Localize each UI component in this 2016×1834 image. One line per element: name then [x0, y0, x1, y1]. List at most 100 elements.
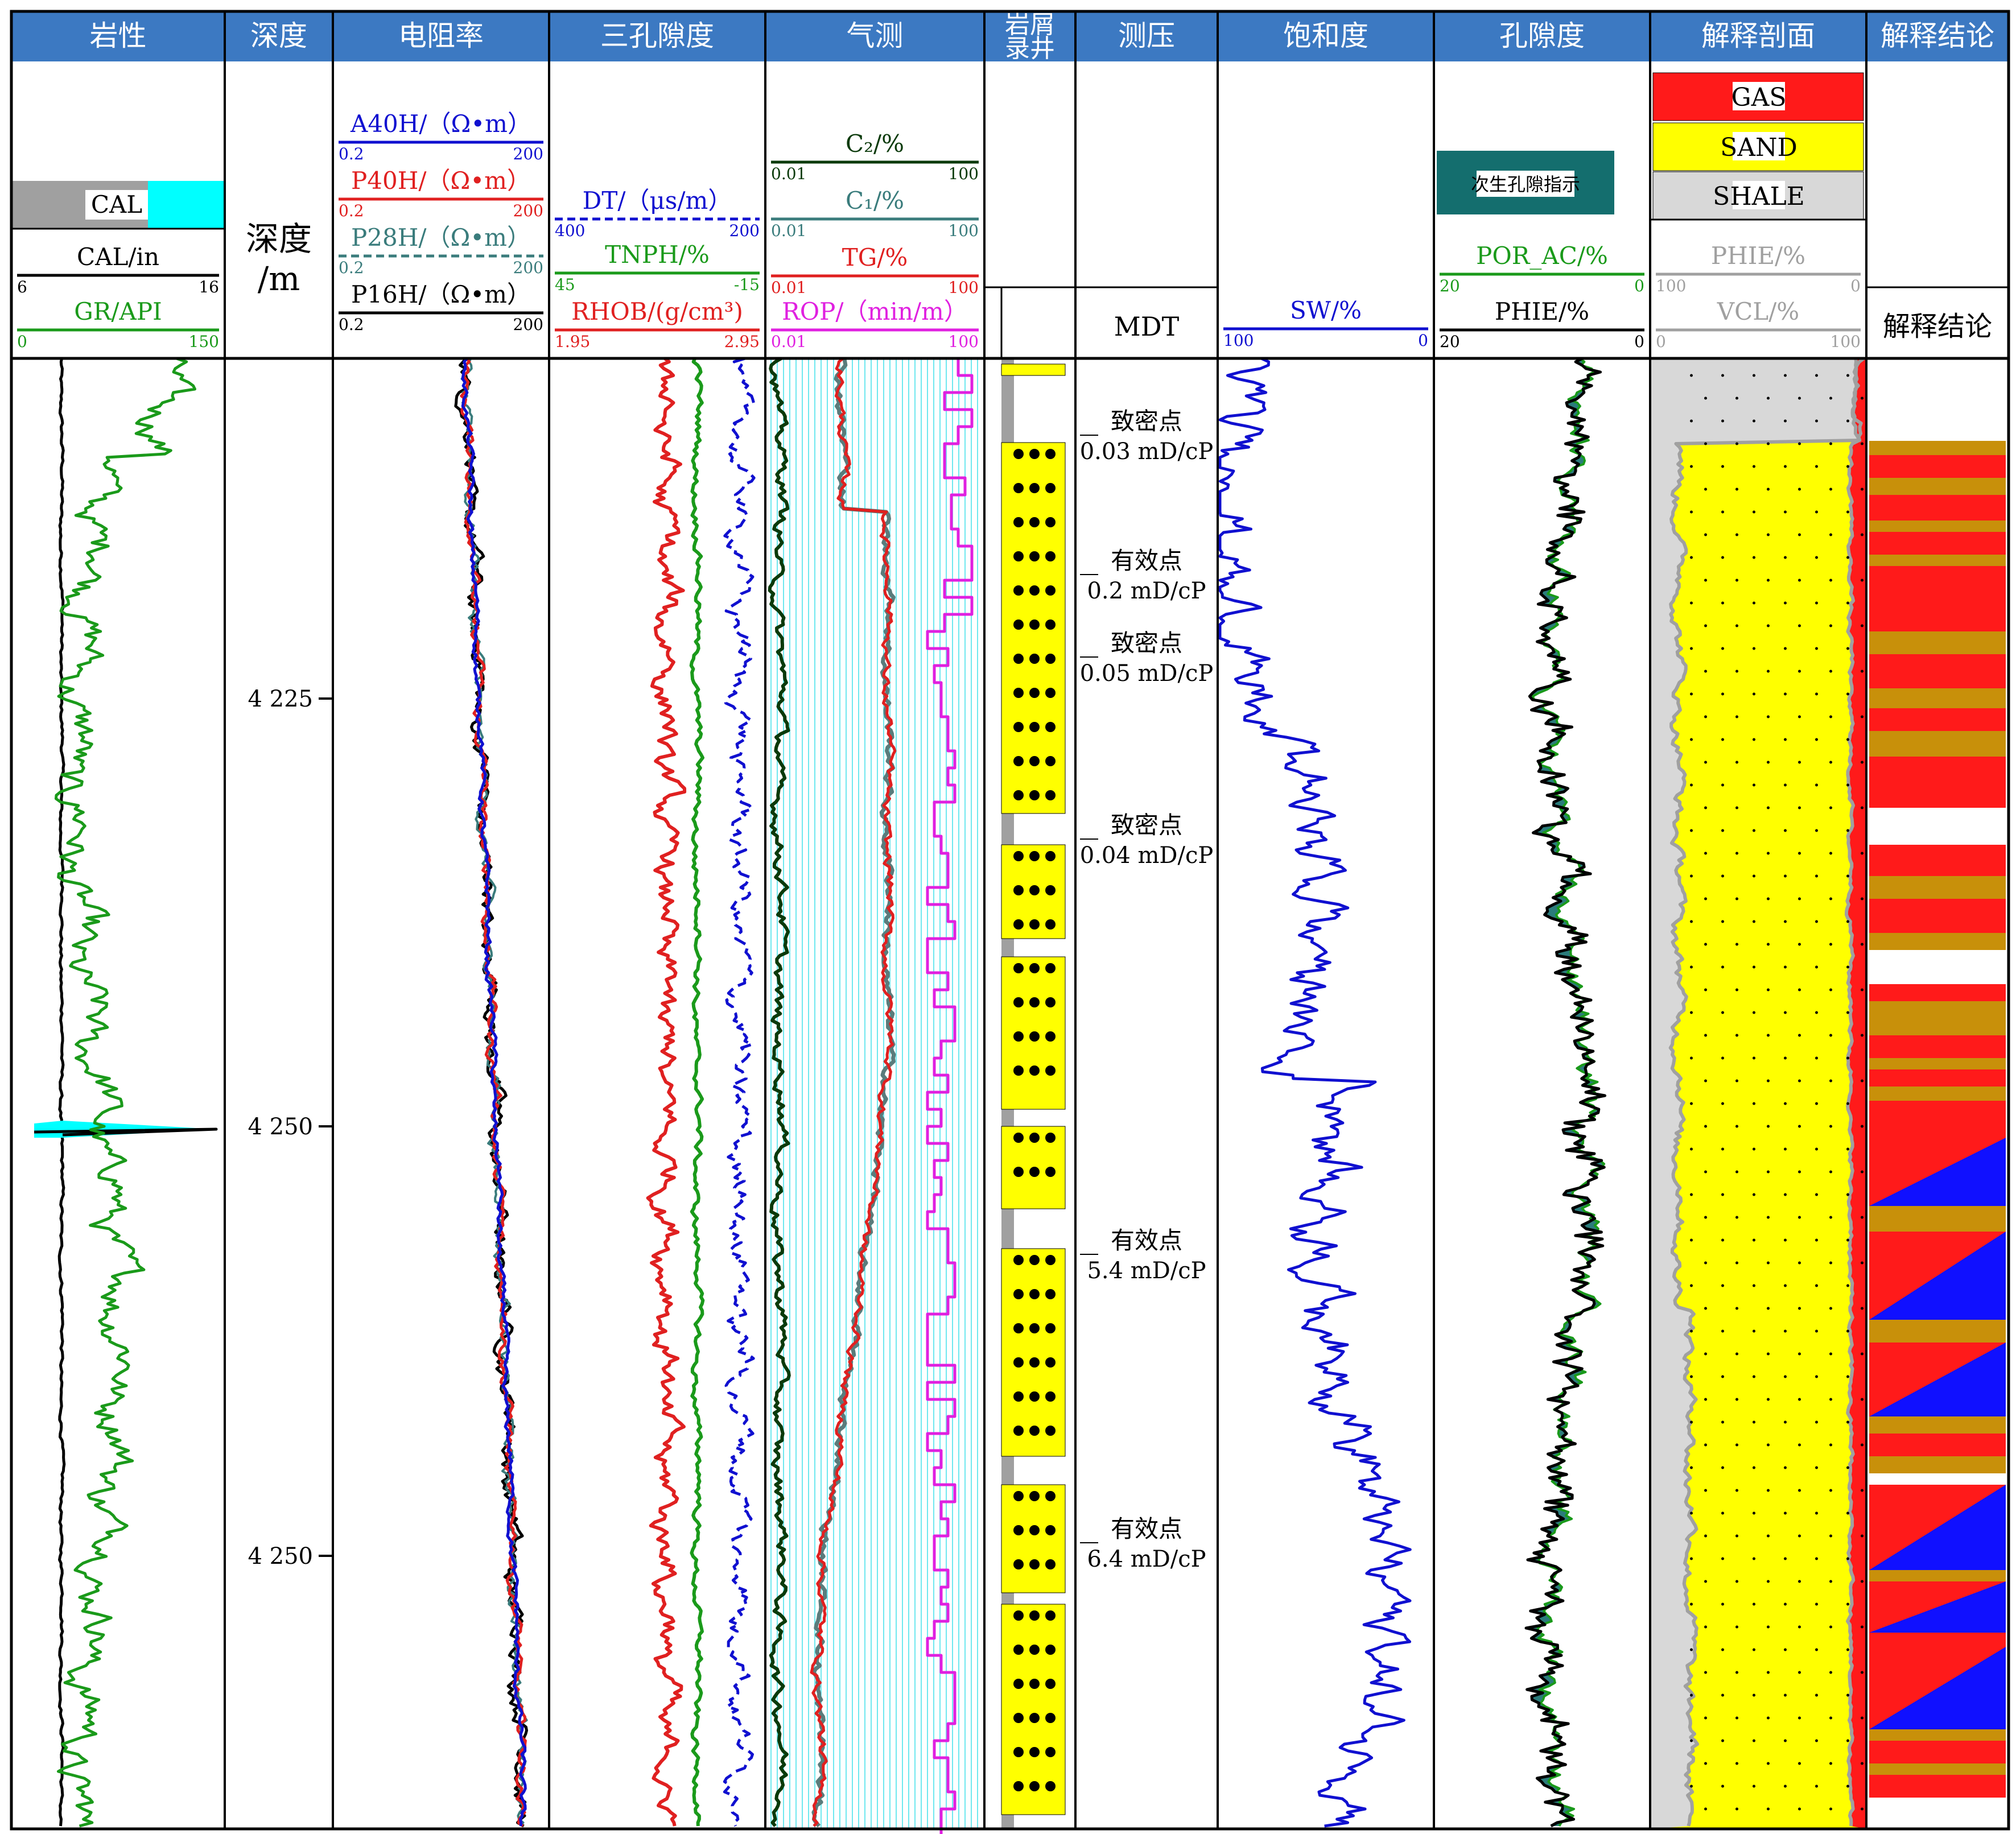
- cuttings-dot: [1013, 1357, 1024, 1368]
- sand-dot: [1721, 419, 1724, 423]
- sand-dot: [1704, 1534, 1707, 1538]
- sand-dot: [1784, 1739, 1787, 1742]
- sand-dot: [1704, 488, 1707, 491]
- cuttings-dot: [1013, 1133, 1024, 1143]
- sand-dot: [1690, 1102, 1693, 1105]
- sand-dot: [1798, 852, 1801, 855]
- sand-dot: [1829, 1807, 1832, 1811]
- track-title-por3: 三孔隙度: [600, 19, 714, 52]
- sand-dot: [1846, 1056, 1849, 1060]
- sand-dot: [1815, 647, 1818, 650]
- sand-dot: [1815, 1147, 1818, 1151]
- curve-scale-min: 6: [17, 278, 27, 296]
- sand-dot: [1704, 624, 1707, 627]
- sand-dot: [1798, 396, 1801, 400]
- sand-dot: [1815, 1102, 1818, 1105]
- curve-scale-max: 200: [729, 221, 760, 240]
- cuttings-dot: [1013, 1031, 1024, 1042]
- sand-dot: [1846, 1557, 1849, 1560]
- sand-dot: [1861, 1170, 1864, 1174]
- sand-dot: [1784, 510, 1787, 514]
- conclusion-band: [1869, 1416, 2006, 1434]
- sand-dot: [1721, 1056, 1724, 1060]
- sand-dot: [1735, 442, 1738, 445]
- sand-dot: [1735, 488, 1738, 491]
- sand-dot: [1846, 1466, 1849, 1469]
- cuttings-dot: [1045, 517, 1056, 527]
- sand-dot: [1704, 1398, 1707, 1401]
- sand-dot: [1784, 1466, 1787, 1469]
- sand-dot: [1721, 1420, 1724, 1424]
- sand-dot: [1798, 761, 1801, 764]
- curve-scale-max: 100: [949, 278, 979, 297]
- sand-dot: [1704, 1307, 1707, 1310]
- sand-dot: [1767, 1489, 1770, 1492]
- cuttings-dot: [1013, 963, 1024, 973]
- cuttings-dot: [1045, 756, 1056, 766]
- sand-dot: [1861, 1625, 1864, 1629]
- sand-dot: [1815, 465, 1818, 468]
- sand-dot: [1846, 374, 1849, 377]
- sand-dot: [1690, 1511, 1693, 1515]
- sand-dot: [1784, 1648, 1787, 1651]
- cuttings-dot: [1029, 483, 1040, 493]
- sand-dot: [1753, 1375, 1755, 1378]
- sand-dot: [1704, 1261, 1707, 1265]
- cuttings-dot: [1013, 1645, 1024, 1655]
- curve-scale-min: 0: [17, 332, 27, 351]
- sand-dot: [1721, 1602, 1724, 1606]
- sand-dot: [1861, 1489, 1864, 1492]
- cuttings-dot: [1029, 790, 1040, 800]
- sand-dot: [1829, 1216, 1832, 1219]
- conclusion-band: [1869, 441, 2006, 455]
- sand-dot: [1753, 738, 1755, 741]
- curve-name: A40H/（Ω•m）: [350, 110, 531, 138]
- cuttings-sand-block: [1001, 364, 1066, 376]
- cuttings-dot: [1029, 1167, 1040, 1177]
- sand-dot: [1690, 1238, 1693, 1242]
- sand-dot: [1829, 1398, 1832, 1401]
- rhob-curve: [646, 357, 687, 1827]
- sand-dot: [1815, 874, 1818, 878]
- cuttings-dot: [1013, 551, 1024, 561]
- conclusion-band: [1869, 1633, 2006, 1647]
- sand-dot: [1721, 1557, 1724, 1560]
- sand-dot: [1798, 1716, 1801, 1720]
- sand-dot: [1861, 897, 1864, 901]
- conclusion-band: [1869, 1434, 2006, 1456]
- curve-name: VCL/%: [1717, 298, 1799, 325]
- sand-dot: [1861, 1216, 1864, 1219]
- curve-scale-max: 16: [199, 278, 219, 296]
- cuttings-dot: [1013, 517, 1024, 527]
- cuttings-dot: [1045, 919, 1056, 930]
- cuttings-dot: [1045, 654, 1056, 664]
- sand-dot: [1784, 1375, 1787, 1378]
- sand-dot: [1784, 1284, 1787, 1287]
- sand-dot: [1829, 1170, 1832, 1174]
- cuttings-dot: [1029, 1391, 1040, 1402]
- sand-dot: [1829, 1125, 1832, 1128]
- sand-dot: [1784, 1011, 1787, 1014]
- sand-dot: [1767, 761, 1770, 764]
- cuttings-dot: [1045, 1065, 1056, 1076]
- cuttings-dot: [1045, 1391, 1056, 1402]
- sand-dot: [1861, 1716, 1864, 1720]
- curve-scale-min: 45: [555, 275, 575, 294]
- sand-dot: [1704, 1580, 1707, 1583]
- conclusion-label: 解释结论: [1883, 311, 1992, 342]
- sand-dot: [1815, 829, 1818, 832]
- sand-dot: [1767, 396, 1770, 400]
- sand-dot: [1753, 1693, 1755, 1697]
- cuttings-dot: [1045, 688, 1056, 698]
- tnph-curve: [689, 357, 705, 1827]
- sand-dot: [1798, 670, 1801, 673]
- sand-dot: [1861, 1079, 1864, 1083]
- sand-dot: [1690, 1466, 1693, 1469]
- sand-dot: [1753, 419, 1755, 423]
- sand-dot: [1846, 601, 1849, 605]
- cuttings-dot: [1029, 722, 1040, 732]
- sand-dot: [1767, 579, 1770, 582]
- track-header-bars: 岩性 深度 电阻率 三孔隙度 气测 岩屑录井 测压 饱和度 孔隙度 解释剖面 解释结论: [11, 10, 2009, 63]
- sand-dot: [1815, 374, 1818, 377]
- cuttings-dot: [1013, 1065, 1024, 1076]
